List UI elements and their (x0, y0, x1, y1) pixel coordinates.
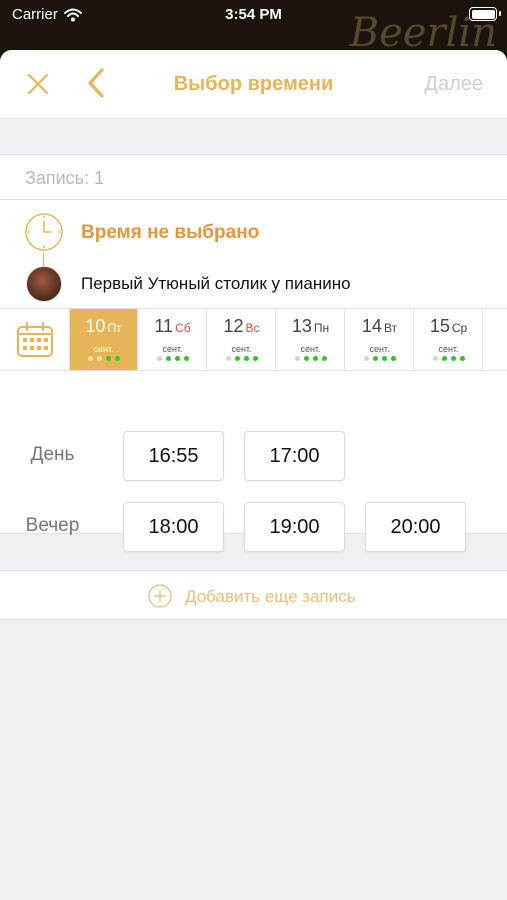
date-strip[interactable]: 10 Пт сент. 11 Сб сент. 12 Вс сент. 13 Пн сент. 14 Вт… (0, 308, 507, 371)
availability-dot (363, 356, 369, 361)
availability-dots (415, 356, 482, 361)
month-label: с (484, 344, 507, 354)
date-number: 16 (484, 316, 507, 337)
availability-dot (156, 356, 162, 361)
availability-dot (441, 356, 447, 361)
weekday-label: Сб (175, 321, 191, 335)
add-entry-button[interactable]: Добавить еще запись (0, 570, 507, 620)
availability-dot (96, 356, 102, 361)
availability-dot (252, 356, 258, 361)
date-number: 15 Ср (415, 316, 482, 337)
time-slot-button[interactable]: 17:00 (244, 431, 345, 481)
day-of-month: 15 (429, 316, 450, 336)
period-label: День (30, 444, 75, 465)
calendar-icon (17, 322, 53, 357)
availability-dot (372, 356, 378, 361)
date-item[interactable]: 13 Пн сент. (277, 309, 345, 370)
month-label: сент. (300, 344, 321, 354)
availability-dot (225, 356, 231, 361)
availability-dots (346, 356, 413, 361)
add-entry-label: Добавить еще запись (185, 587, 356, 606)
modal-sheet: Выбор времени Далее Запись: 1 Время не в… (0, 50, 507, 900)
weekday-label: Пт (107, 321, 122, 335)
date-item[interactable]: 16 с (484, 309, 507, 370)
month-label: сент. (438, 344, 459, 354)
availability-dot (459, 356, 465, 361)
weekday-label: Вс (245, 321, 260, 335)
booking-card: Время не выбрано Первый Утюный столик у … (0, 200, 507, 552)
availability-dot (390, 356, 396, 361)
month-label: сент. (93, 344, 114, 354)
entry-row: Запись: 1 (0, 154, 507, 200)
month-label: сент. (369, 344, 390, 354)
day-of-month: 11 (154, 316, 174, 336)
time-slot-button[interactable]: 16:55 (123, 431, 224, 481)
time-status-label: Время не выбрано (81, 222, 260, 243)
availability-dot (174, 356, 180, 361)
plus-circle-icon (148, 584, 172, 608)
date-item[interactable]: 10 Пт сент. (70, 309, 138, 370)
availability-dot (183, 356, 189, 361)
availability-dots (208, 356, 275, 361)
day-of-month: 10 (85, 316, 106, 336)
availability-dots (484, 356, 507, 361)
availability-dot (105, 356, 111, 361)
availability-dot (234, 356, 240, 361)
availability-dot (87, 356, 93, 361)
availability-dots (70, 356, 137, 361)
day-of-month: 12 (223, 316, 244, 336)
weekday-label: Пн (313, 321, 330, 335)
entry-label: Запись: 1 (25, 168, 105, 188)
date-number: 12 Вс (208, 316, 275, 337)
month-label: сент. (162, 344, 183, 354)
date-item[interactable]: 14 Вт сент. (346, 309, 414, 370)
date-number: 10 Пт (70, 316, 137, 337)
availability-dot (312, 356, 318, 361)
table-avatar (26, 266, 62, 302)
day-of-month: 13 (291, 316, 312, 336)
availability-dot (381, 356, 387, 361)
availability-dots (277, 356, 344, 361)
clock-icon (25, 213, 63, 251)
availability-dots (139, 356, 206, 361)
date-item[interactable]: 15 Ср сент. (415, 309, 483, 370)
date-number: 13 Пн (277, 316, 344, 337)
weekday-label: Вт (383, 321, 398, 335)
navigation-bar: Выбор времени Далее (0, 50, 507, 119)
time-slot-button[interactable]: 18:00 (123, 502, 224, 552)
day-of-month: 14 (361, 316, 382, 336)
month-label: сент. (231, 344, 252, 354)
availability-dot (165, 356, 171, 361)
date-number: 14 Вт (346, 316, 413, 337)
time-slot-button[interactable]: 19:00 (244, 502, 345, 552)
period-label: Вечер (25, 515, 80, 536)
next-button[interactable]: Далее (424, 73, 483, 96)
date-item[interactable]: 11 Сб сент. (139, 309, 207, 370)
availability-dot (432, 356, 438, 361)
availability-dot (321, 356, 327, 361)
timeline-connector (43, 252, 44, 266)
availability-dot (303, 356, 309, 361)
availability-dot (294, 356, 300, 361)
availability-dot (243, 356, 249, 361)
weekday-label: Ср (451, 321, 468, 335)
availability-dot (114, 356, 120, 361)
table-name: Первый Утюный столик у пианино (81, 274, 351, 293)
calendar-button[interactable] (0, 309, 70, 370)
availability-dot (450, 356, 456, 361)
time-slot-button[interactable]: 20:00 (365, 502, 466, 552)
date-item[interactable]: 12 Вс сент. (208, 309, 276, 370)
date-number: 11 Сб (139, 316, 206, 337)
